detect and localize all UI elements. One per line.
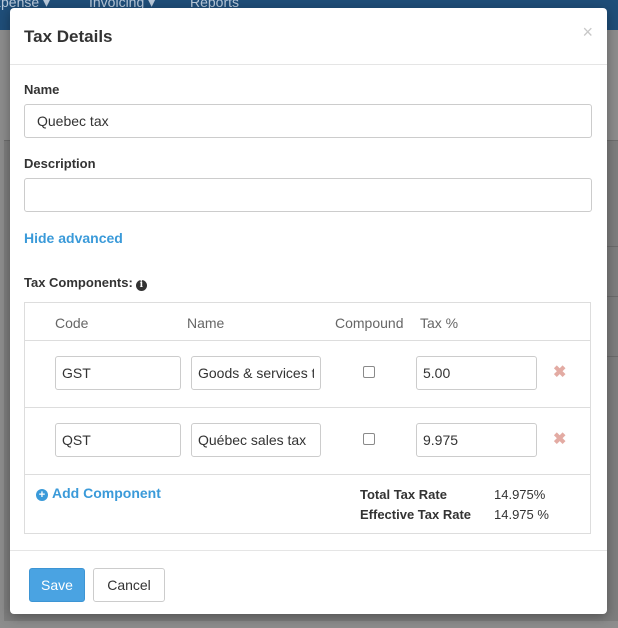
compound-checkbox[interactable] [363,366,375,378]
modal-footer: Save Cancel [10,550,607,615]
add-component-link[interactable]: + Add Component [36,485,161,501]
tax-components-label: Tax Components: [24,275,133,290]
info-icon[interactable]: i [135,280,147,291]
save-button[interactable]: Save [29,568,85,602]
hide-advanced-link[interactable]: Hide advanced [24,230,123,246]
code-input[interactable] [55,423,181,457]
plus-circle-icon: + [36,489,48,501]
tax-components-heading: Tax Components: i [24,275,147,291]
tax-percent-input[interactable] [416,356,537,390]
tax-details-modal: Tax Details × Name Description Hide adva… [10,8,607,614]
header-code: Code [55,315,89,331]
effective-tax-rate-value: 14.975 % [494,507,549,522]
row-divider [25,407,590,408]
component-name-input[interactable] [191,423,321,457]
row-divider [25,474,590,475]
tax-components-table: Code Name Compound Tax % ✖ ✖ + Add Compon… [24,302,591,534]
name-label: Name [24,82,60,97]
code-input[interactable] [55,356,181,390]
component-name-input[interactable] [191,356,321,390]
close-icon[interactable]: × [582,23,593,41]
header-name: Name [187,315,225,331]
modal-header: Tax Details × [10,8,607,65]
compound-checkbox[interactable] [363,433,375,445]
description-input[interactable] [24,178,592,212]
add-component-label: Add Component [52,485,161,501]
header-tax-percent: Tax % [420,315,459,331]
header-compound: Compound [335,315,404,331]
remove-icon[interactable]: ✖ [553,365,566,381]
effective-tax-rate-label: Effective Tax Rate [360,507,472,522]
total-tax-rate-value: 14.975% [494,487,546,502]
name-input[interactable] [24,104,592,138]
remove-icon[interactable]: ✖ [553,432,566,448]
description-label: Description [24,156,96,171]
cancel-button[interactable]: Cancel [93,568,165,602]
modal-title: Tax Details [24,27,113,46]
tax-percent-input[interactable] [416,423,537,457]
row-divider [25,340,590,341]
total-tax-rate-label: Total Tax Rate [360,487,447,502]
